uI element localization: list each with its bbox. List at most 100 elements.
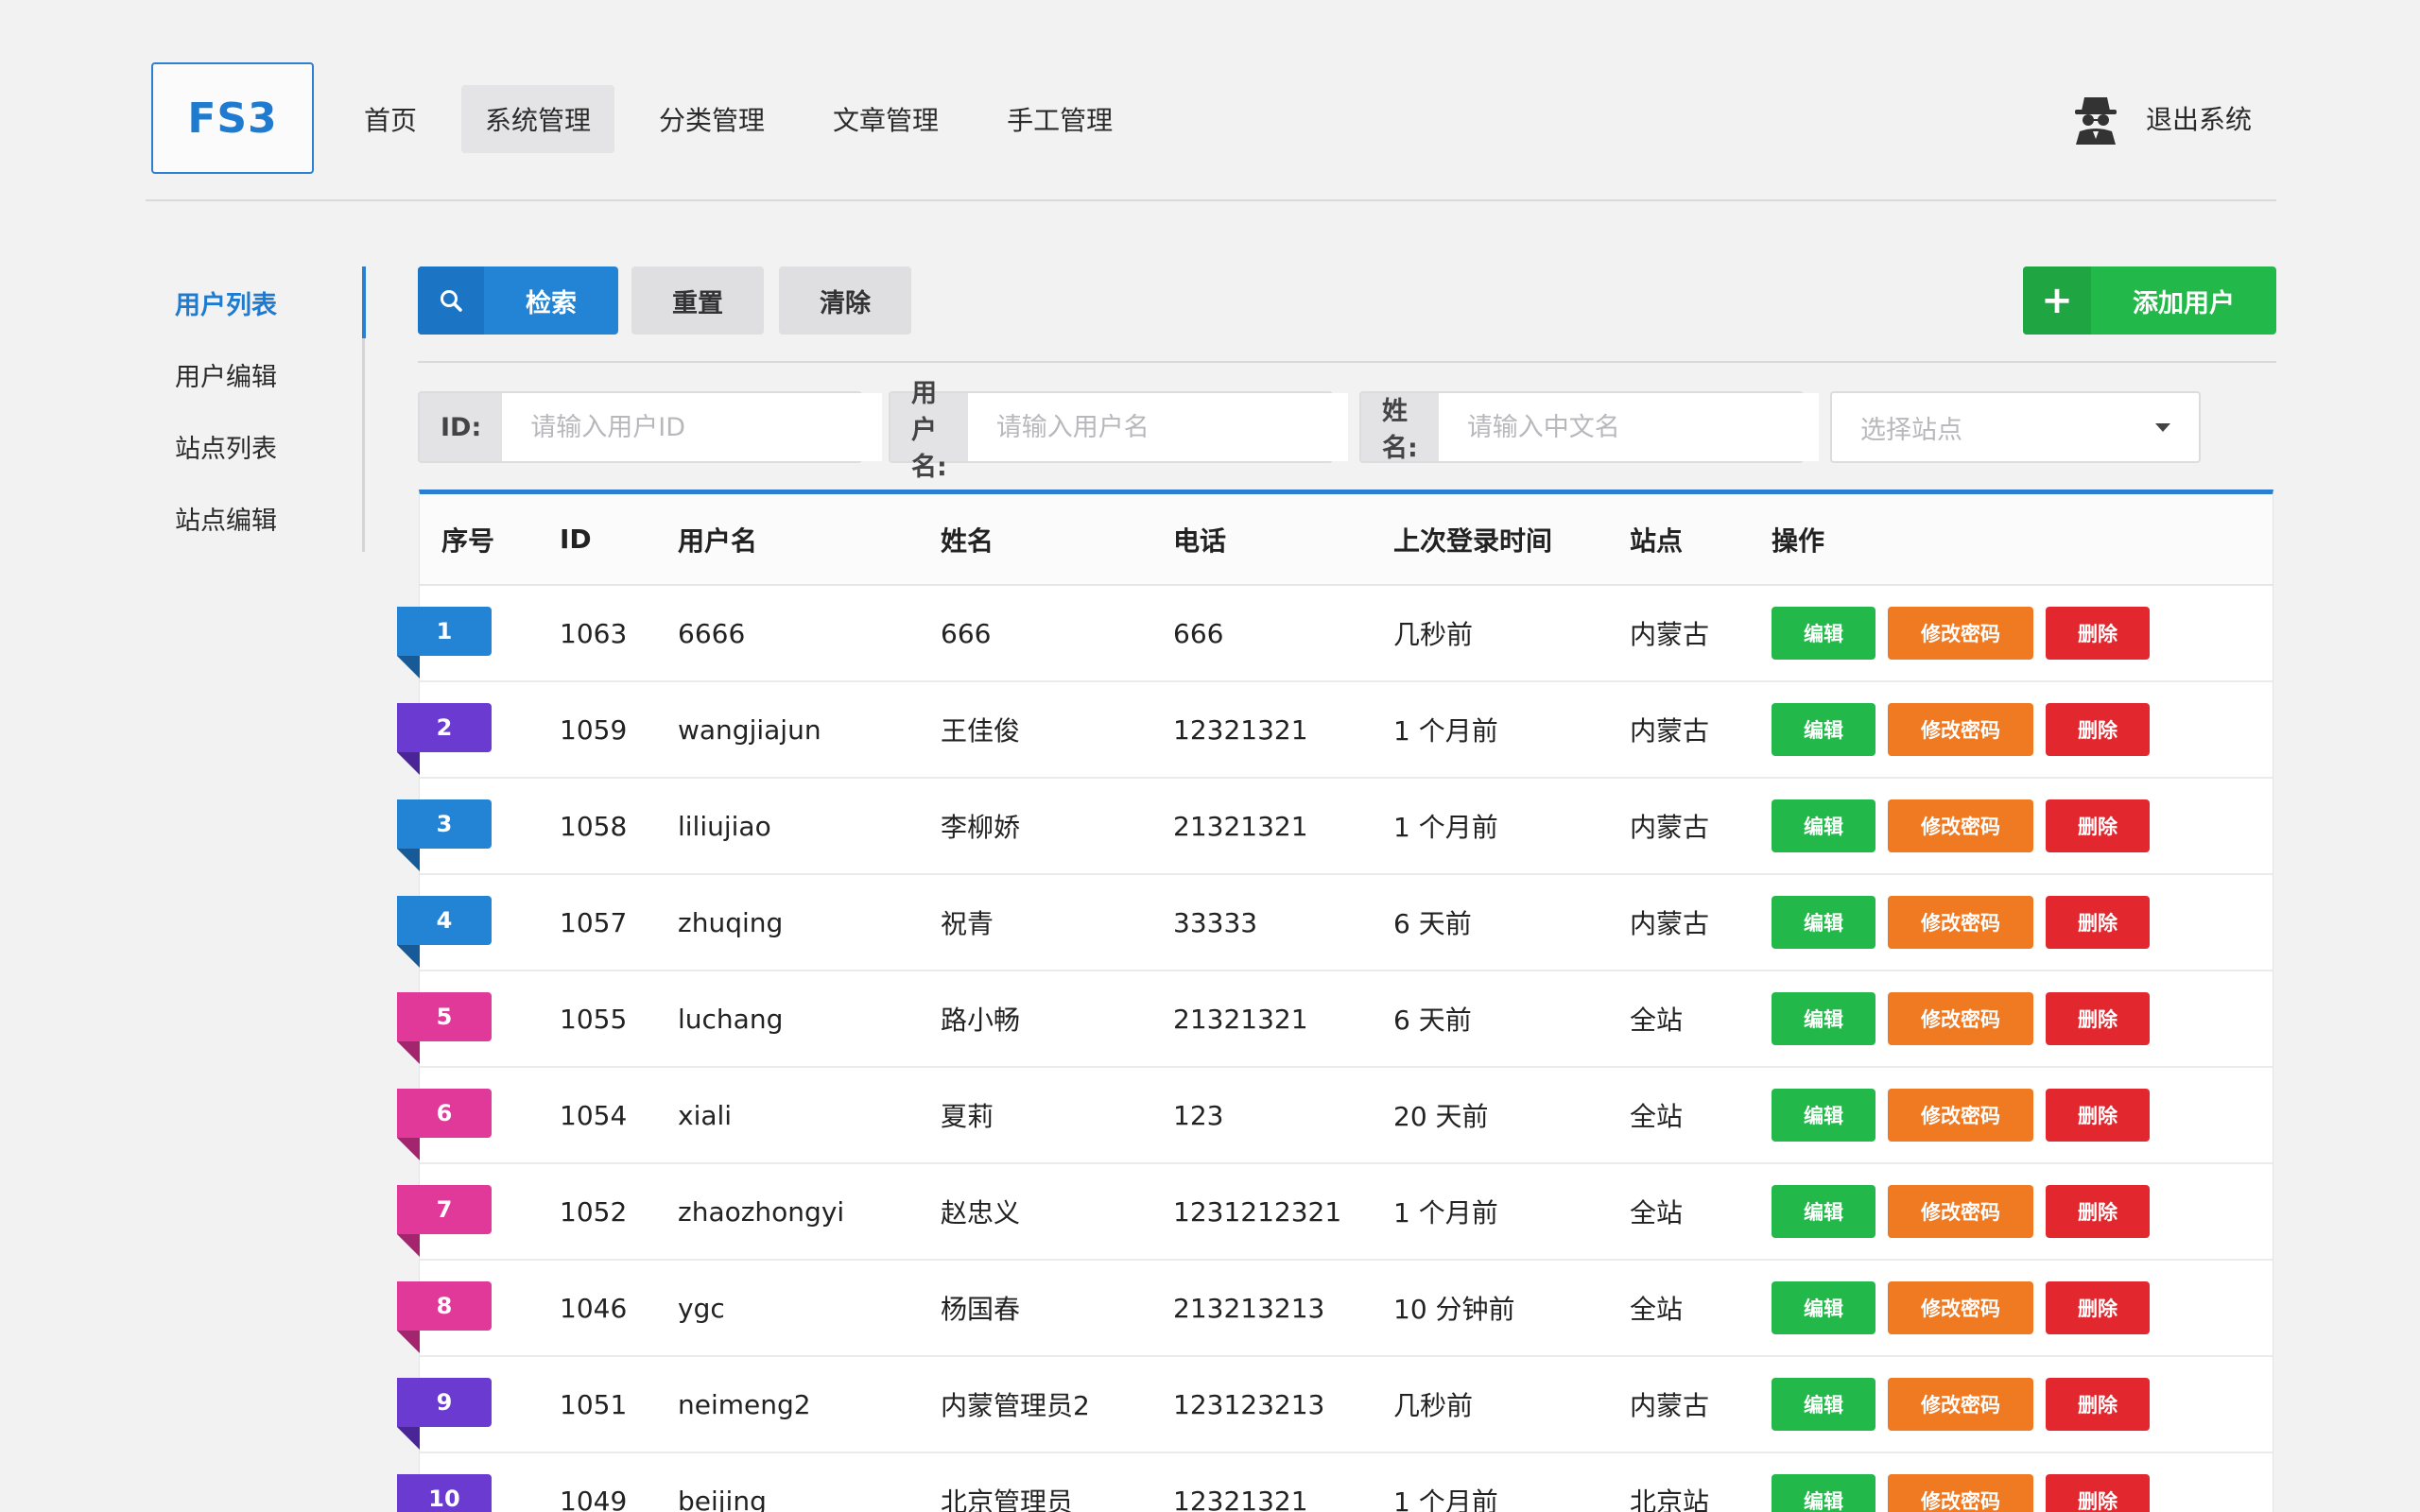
delete-button[interactable]: 删除: [2046, 703, 2150, 756]
cell-site: 内蒙古: [1630, 812, 1710, 843]
search-button[interactable]: 检索: [418, 266, 618, 335]
row-actions: 编辑 修改密码 删除: [1772, 992, 2273, 1045]
logo[interactable]: FS3: [151, 62, 314, 174]
id-input[interactable]: [502, 393, 883, 461]
col-site: 站点: [1630, 524, 1684, 557]
sidebar-item-user-list[interactable]: 用户列表: [151, 266, 366, 338]
add-user-button[interactable]: + 添加用户: [2023, 266, 2276, 335]
cell-site: 全站: [1630, 1197, 1684, 1228]
cell-name: 内蒙管理员2: [941, 1390, 1090, 1421]
name-input[interactable]: [1438, 393, 1819, 461]
nav-item-article[interactable]: 文章管理: [809, 85, 962, 153]
change-password-button[interactable]: 修改密码: [1888, 703, 2033, 756]
site-select[interactable]: 选择站点: [1830, 391, 2201, 463]
delete-button[interactable]: 删除: [2046, 1281, 2150, 1334]
edit-button[interactable]: 编辑: [1772, 896, 1876, 949]
cell-last-login: 1 个月前: [1393, 1197, 1498, 1228]
cell-site: 内蒙古: [1630, 619, 1710, 650]
change-password-button[interactable]: 修改密码: [1888, 896, 2033, 949]
cell-phone: 21321321: [1173, 1003, 1308, 1035]
delete-button[interactable]: 删除: [2046, 992, 2150, 1045]
cell-name: 李柳娇: [941, 812, 1021, 843]
col-actions: 操作: [1772, 524, 1825, 557]
cell-username: zhuqing: [678, 906, 784, 938]
change-password-button[interactable]: 修改密码: [1888, 1474, 2033, 1512]
edit-button[interactable]: 编辑: [1772, 703, 1876, 756]
row-index-ribbon: 3: [397, 799, 492, 871]
nav-item-home[interactable]: 首页: [340, 85, 441, 153]
sidebar-item-site-edit[interactable]: 站点编辑: [151, 482, 362, 554]
change-password-button[interactable]: 修改密码: [1888, 1281, 2033, 1334]
username-filter-label: 用户名:: [890, 379, 968, 482]
username-input[interactable]: [967, 393, 1348, 461]
cell-name: 王佳俊: [941, 715, 1021, 747]
edit-button[interactable]: 编辑: [1772, 607, 1876, 660]
user-table: 序号 ID 用户名 姓名 电话 上次登录时间 站点 操作 1 1063 6666…: [397, 490, 2273, 1512]
edit-button[interactable]: 编辑: [1772, 1474, 1876, 1512]
nav-item-manual[interactable]: 手工管理: [983, 85, 1136, 153]
nav-item-system[interactable]: 系统管理: [461, 85, 615, 153]
table-row: 1 1063 6666 666 666 几秒前 内蒙古 编辑 修改密码 删除: [397, 586, 2273, 682]
row-index-ribbon: 7: [397, 1185, 492, 1257]
reset-button[interactable]: 重置: [631, 266, 764, 335]
change-password-button[interactable]: 修改密码: [1888, 1378, 2033, 1431]
cell-phone: 33333: [1173, 906, 1258, 938]
edit-button[interactable]: 编辑: [1772, 799, 1876, 852]
cell-username: ygc: [678, 1292, 725, 1324]
row-index-ribbon: 9: [397, 1378, 492, 1450]
change-password-button[interactable]: 修改密码: [1888, 992, 2033, 1045]
edit-button[interactable]: 编辑: [1772, 992, 1876, 1045]
site-select-placeholder: 选择站点: [1860, 415, 1962, 445]
delete-button[interactable]: 删除: [2046, 896, 2150, 949]
logout-link[interactable]: 退出系统: [2146, 99, 2252, 137]
edit-button[interactable]: 编辑: [1772, 1185, 1876, 1238]
cell-site: 内蒙古: [1630, 715, 1710, 747]
row-index-ribbon: 8: [397, 1281, 492, 1353]
col-name: 姓名: [941, 524, 994, 557]
cell-last-login: 6 天前: [1393, 1005, 1472, 1036]
cell-id: 1049: [560, 1485, 628, 1512]
delete-button[interactable]: 删除: [2046, 1089, 2150, 1142]
cell-username: 6666: [678, 617, 746, 649]
edit-button[interactable]: 编辑: [1772, 1089, 1876, 1142]
row-actions: 编辑 修改密码 删除: [1772, 703, 2273, 756]
cell-phone: 213213213: [1173, 1292, 1325, 1324]
clear-button[interactable]: 清除: [779, 266, 911, 335]
change-password-button[interactable]: 修改密码: [1888, 607, 2033, 660]
cell-phone: 666: [1173, 617, 1224, 649]
sidebar-item-user-edit[interactable]: 用户编辑: [151, 338, 362, 410]
delete-button[interactable]: 删除: [2046, 1474, 2150, 1512]
edit-button[interactable]: 编辑: [1772, 1378, 1876, 1431]
cell-phone: 21321321: [1173, 810, 1308, 842]
table-row: 7 1052 zhaozhongyi 赵忠义 1231212321 1 个月前 …: [397, 1164, 2273, 1261]
nav-item-category[interactable]: 分类管理: [635, 85, 788, 153]
row-index-ribbon: 5: [397, 992, 492, 1064]
username-filter: 用户名:: [889, 379, 1348, 482]
cell-last-login: 1 个月前: [1393, 812, 1498, 843]
cell-id: 1054: [560, 1099, 628, 1131]
cell-phone: 12321321: [1173, 713, 1308, 746]
sidebar-item-site-list[interactable]: 站点列表: [151, 410, 362, 482]
delete-button[interactable]: 删除: [2046, 607, 2150, 660]
delete-button[interactable]: 删除: [2046, 1378, 2150, 1431]
change-password-button[interactable]: 修改密码: [1888, 1185, 2033, 1238]
name-filter-label: 姓名:: [1361, 393, 1439, 463]
row-actions: 编辑 修改密码 删除: [1772, 896, 2273, 949]
cell-site: 内蒙古: [1630, 908, 1710, 939]
cell-last-login: 6 天前: [1393, 908, 1472, 939]
table-row: 5 1055 luchang 路小畅 21321321 6 天前 全站 编辑 修…: [397, 971, 2273, 1068]
cell-name: 666: [941, 617, 992, 649]
user-area: 退出系统: [2072, 87, 2252, 149]
table-row: 10 1049 beijing 北京管理员 12321321 1 个月前 北京站…: [397, 1453, 2273, 1512]
row-actions: 编辑 修改密码 删除: [1772, 607, 2273, 660]
change-password-button[interactable]: 修改密码: [1888, 1089, 2033, 1142]
plus-icon: +: [2023, 266, 2091, 335]
chevron-down-icon: [2155, 422, 2170, 432]
sidebar: 用户列表 用户编辑 站点列表 站点编辑: [151, 266, 366, 554]
edit-button[interactable]: 编辑: [1772, 1281, 1876, 1334]
cell-id: 1051: [560, 1388, 628, 1420]
delete-button[interactable]: 删除: [2046, 1185, 2150, 1238]
cell-username: wangjiajun: [678, 713, 821, 746]
change-password-button[interactable]: 修改密码: [1888, 799, 2033, 852]
delete-button[interactable]: 删除: [2046, 799, 2150, 852]
